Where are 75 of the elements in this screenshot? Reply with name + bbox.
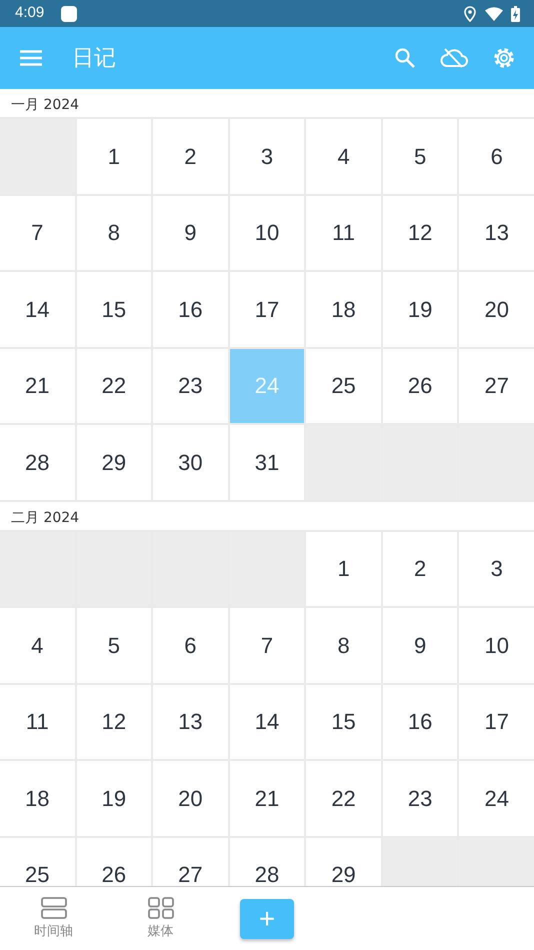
month-label: 二月 2024	[10, 508, 80, 528]
day-cell[interactable]: 23	[382, 761, 458, 836]
notification-icon	[60, 4, 78, 22]
day-cell[interactable]: 1	[76, 119, 152, 194]
wifi-icon	[485, 6, 503, 20]
day-cell[interactable]: 13	[459, 196, 534, 270]
day-cell[interactable]: 12	[76, 684, 152, 759]
day-cell[interactable]: 8	[306, 608, 381, 682]
grid-icon	[148, 896, 174, 919]
day-cell[interactable]: 27	[153, 838, 228, 886]
day-cell[interactable]: 22	[76, 348, 152, 423]
day-cell[interactable]: 25	[0, 838, 75, 886]
app-title: 日记	[72, 44, 116, 72]
day-cell[interactable]: 2	[153, 119, 228, 194]
day-cell[interactable]: 17	[459, 684, 534, 759]
day-cell[interactable]: 14	[230, 684, 304, 759]
day-cell[interactable]: 7	[230, 608, 304, 682]
day-cell[interactable]: 17	[230, 272, 304, 346]
day-cell[interactable]: 20	[459, 272, 534, 346]
day-cell[interactable]: 26	[382, 348, 458, 423]
day-cell[interactable]: 30	[153, 425, 228, 500]
day-cell[interactable]: 16	[382, 684, 458, 759]
day-cell[interactable]: 27	[459, 348, 534, 423]
battery-icon	[511, 6, 520, 22]
settings-icon[interactable]	[492, 46, 516, 70]
day-cell[interactable]: 21	[230, 761, 304, 836]
day-cell[interactable]: 18	[306, 272, 381, 346]
day-cell[interactable]: 22	[306, 761, 381, 836]
day-cell[interactable]: 3	[459, 532, 534, 606]
day-cell[interactable]: 31	[230, 425, 304, 500]
day-cell[interactable]: 24	[459, 761, 534, 836]
day-cell[interactable]: 18	[0, 761, 75, 836]
nav-tab[interactable]: 媒体	[107, 887, 214, 950]
day-cell[interactable]: 28	[230, 838, 304, 886]
cloud-off-icon[interactable]	[440, 47, 468, 69]
day-cell[interactable]: 4	[0, 608, 75, 682]
day-cell[interactable]: 25	[306, 348, 381, 423]
day-cell[interactable]: 4	[306, 119, 381, 194]
day-cell[interactable]: 19	[76, 761, 152, 836]
search-icon[interactable]	[394, 47, 416, 69]
day-cell[interactable]: 10	[459, 608, 534, 682]
day-cell[interactable]: 12	[382, 196, 458, 270]
location-icon	[463, 6, 477, 22]
day-cell[interactable]: 2	[382, 532, 458, 606]
day-cell[interactable]: 15	[76, 272, 152, 346]
nav-tab[interactable]: 时间轴	[0, 887, 107, 950]
day-cell[interactable]: 29	[306, 838, 381, 886]
day-cell[interactable]: 8	[76, 196, 152, 270]
day-cell[interactable]: 13	[153, 684, 228, 759]
day-cell[interactable]: 5	[76, 608, 152, 682]
day-cell[interactable]: 19	[382, 272, 458, 346]
day-cell[interactable]: 20	[153, 761, 228, 836]
day-cell[interactable]: 10	[230, 196, 304, 270]
day-cell[interactable]: 11	[306, 196, 381, 270]
day-cell[interactable]: 3	[230, 119, 304, 194]
day-cell[interactable]: 14	[0, 272, 75, 346]
day-cell[interactable]: 29	[76, 425, 152, 500]
day-cell[interactable]: 11	[0, 684, 75, 759]
day-cell[interactable]: 9	[382, 608, 458, 682]
day-cell[interactable]: 16	[153, 272, 228, 346]
status-time: 4:09	[15, 3, 44, 24]
day-cell[interactable]: 5	[382, 119, 458, 194]
day-cell[interactable]: 6	[459, 119, 534, 194]
day-cell[interactable]: 6	[153, 608, 228, 682]
day-cell[interactable]: 28	[0, 425, 75, 500]
rows-icon	[40, 896, 66, 919]
day-cell[interactable]: 9	[153, 196, 228, 270]
day-cell[interactable]: 1	[306, 532, 381, 606]
menu-icon[interactable]	[20, 50, 42, 66]
day-cell[interactable]: 21	[0, 348, 75, 423]
day-cell[interactable]: 26	[76, 838, 152, 886]
day-cell[interactable]: 23	[153, 348, 228, 423]
day-cell[interactable]: 7	[0, 196, 75, 270]
day-cell[interactable]: 15	[306, 684, 381, 759]
month-label: 一月 2024	[10, 96, 80, 115]
